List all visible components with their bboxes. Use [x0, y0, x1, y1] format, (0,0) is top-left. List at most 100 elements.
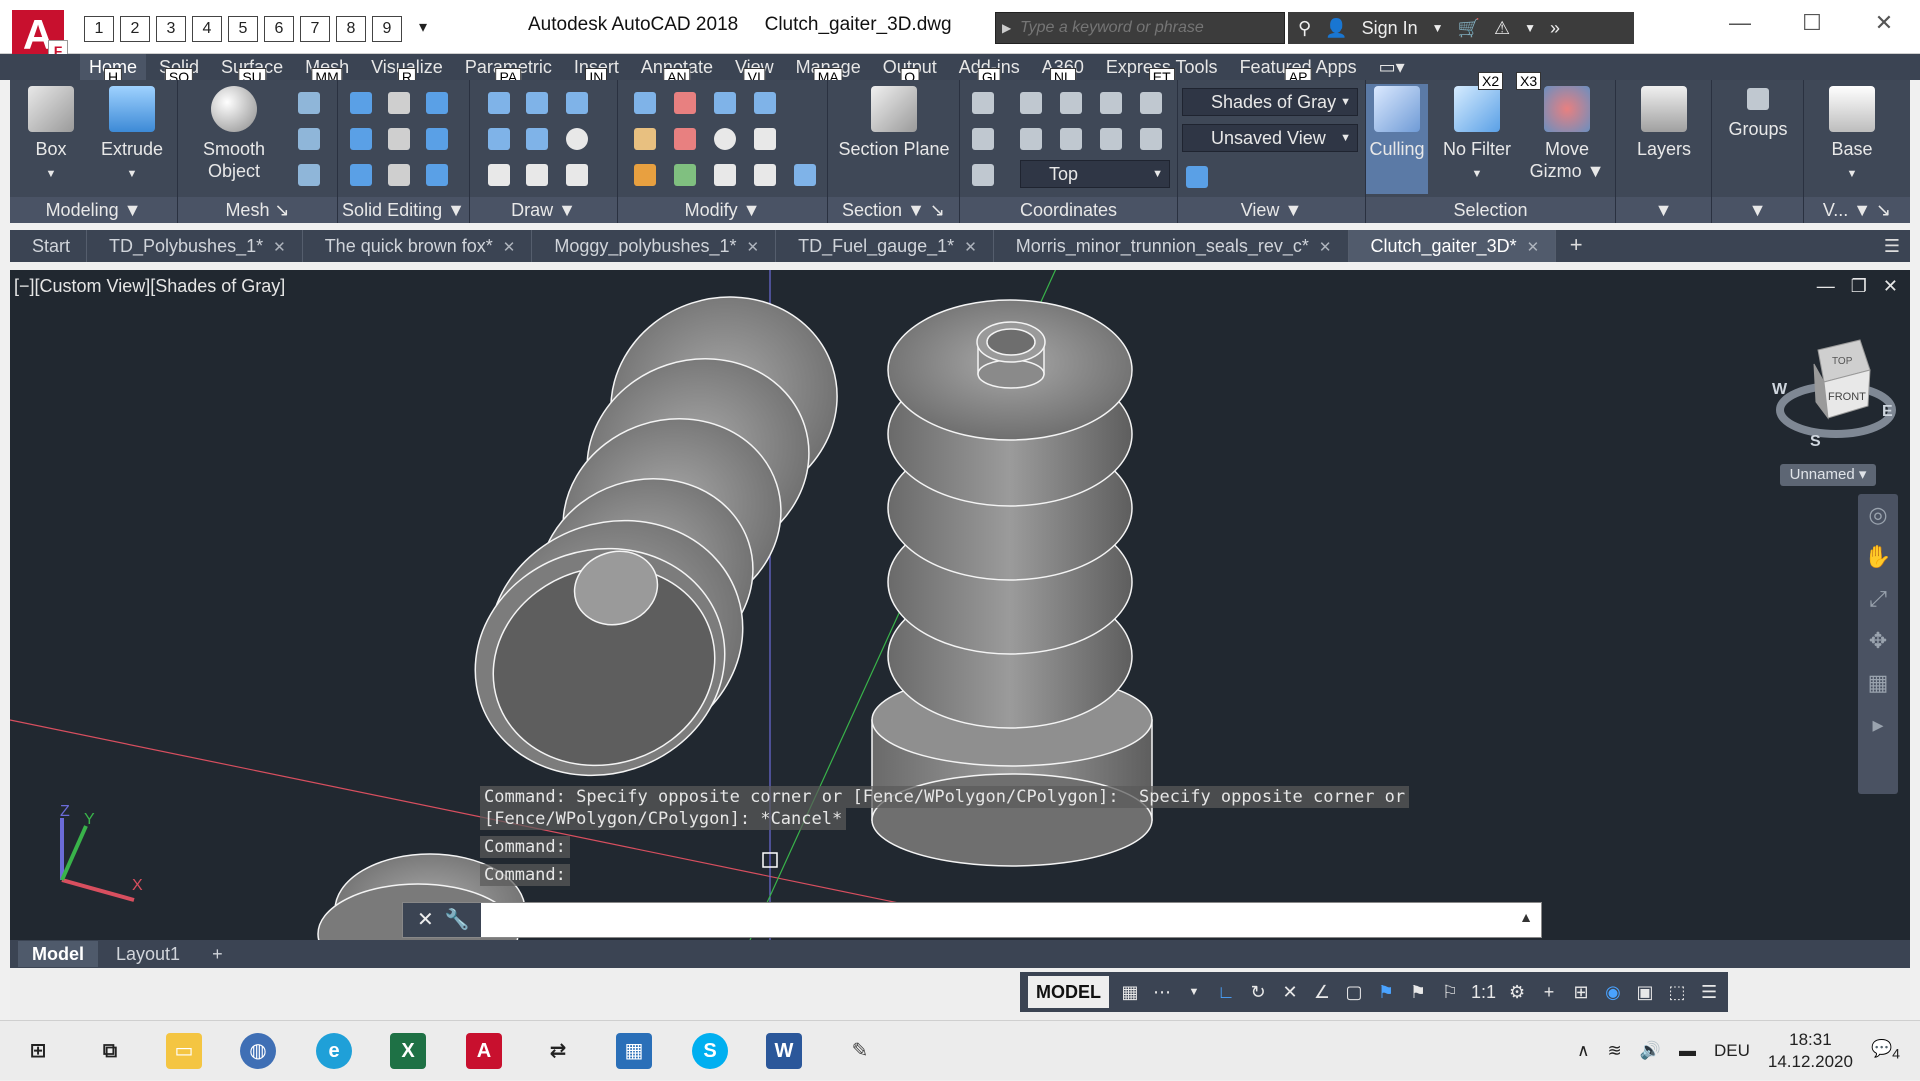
subtract-icon[interactable] [350, 128, 372, 150]
file-tab[interactable]: TD_Fuel_gauge_1* ✕ [776, 230, 994, 262]
groups-button[interactable]: Groups [1716, 84, 1800, 140]
volume-icon[interactable]: 🔊 [1640, 1041, 1661, 1061]
word-icon[interactable]: W [766, 1033, 802, 1069]
tab-layout1[interactable]: Layout1 [102, 941, 194, 967]
tab-list-icon[interactable]: ☰ [1874, 230, 1910, 262]
file-tab[interactable]: TD_Polybushes_1* ✕ [87, 230, 303, 262]
tab-output[interactable]: Output O [874, 54, 946, 86]
search-expand-arrow-icon[interactable]: ▶ [1002, 21, 1011, 35]
mesh-tool-icon[interactable] [298, 164, 320, 186]
qat-button-7[interactable]: 7 [300, 16, 330, 42]
ellipse-icon[interactable] [566, 164, 588, 186]
fillet-icon[interactable] [634, 128, 656, 150]
qat-button-9[interactable]: 9 [372, 16, 402, 42]
new-tab-button[interactable]: + [1556, 230, 1596, 262]
close-tab-icon[interactable]: ✕ [503, 239, 516, 256]
gear-icon[interactable]: ⚙ [1506, 981, 1528, 1003]
ucs-z-icon[interactable] [1140, 92, 1162, 114]
tab-parametric[interactable]: Parametric PA [456, 54, 561, 86]
qat-customize-chevron-icon[interactable]: ▾ [408, 16, 438, 42]
tab-annotate[interactable]: Annotate AN [632, 54, 722, 86]
cart-icon[interactable]: 🛒 [1458, 18, 1480, 39]
pan-icon[interactable]: ✋ [1858, 536, 1898, 578]
isolate-icon[interactable]: ◉ [1602, 981, 1624, 1003]
clock[interactable]: 18:31 14.12.2020 [1768, 1029, 1853, 1073]
group-label-section[interactable]: Section ▼ ↘ [828, 197, 959, 223]
mesh-tool-icon[interactable] [298, 92, 320, 114]
ucs-origin-icon[interactable] [972, 128, 994, 150]
group-label-solid-editing[interactable]: Solid Editing ▼ [338, 197, 469, 223]
binoculars-icon[interactable]: ⚲ [1298, 18, 1311, 39]
trim-icon[interactable] [634, 164, 656, 186]
chevron-down-icon[interactable]: ▼ [1432, 21, 1444, 35]
tab-view[interactable]: View VI [726, 54, 783, 86]
array-rect-icon[interactable] [794, 164, 816, 186]
intersect-icon[interactable] [350, 164, 372, 186]
tab-model[interactable]: Model [18, 941, 98, 967]
group-label-mesh[interactable]: Mesh ↘ [178, 197, 337, 223]
annotation-visibility-icon[interactable]: ⚑ [1375, 981, 1397, 1003]
chevron-up-icon[interactable]: ∧ [1577, 1041, 1589, 1061]
move-gizmo-button[interactable]: Move Gizmo ▼ [1522, 84, 1612, 182]
otrack-icon[interactable]: ∠ [1311, 981, 1333, 1003]
task-view-icon[interactable]: ⧉ [92, 1033, 128, 1069]
section-plane-button[interactable]: Section Plane [838, 84, 950, 160]
help-search-input[interactable] [996, 13, 1284, 43]
tab-mesh[interactable]: Mesh MM [296, 54, 358, 86]
file-tab-start[interactable]: Start [10, 230, 88, 262]
tab-express-tools[interactable]: Express Tools ET [1097, 54, 1227, 86]
scale-dropdown[interactable]: 1:1 [1471, 982, 1496, 1003]
qat-button-6[interactable]: 6 [264, 16, 294, 42]
box-button[interactable]: Box ▼ [18, 84, 84, 185]
ucs-x-icon[interactable] [1060, 92, 1082, 114]
tab-add-ins[interactable]: Add-ins GI [950, 54, 1029, 86]
qat-button-1[interactable]: 1 [84, 16, 114, 42]
layers-expand[interactable]: ▼ [1616, 197, 1711, 223]
units-icon[interactable]: ⊞ [1570, 981, 1592, 1003]
ortho-icon[interactable]: ∟ [1215, 981, 1237, 1003]
tab-solid[interactable]: Solid SO [150, 54, 208, 86]
rotate-icon[interactable] [714, 128, 736, 150]
qat-button-3[interactable]: 3 [156, 16, 186, 42]
visual-style-dropdown[interactable]: Shades of Gray [1182, 88, 1358, 116]
ucs-world-icon[interactable] [1020, 92, 1042, 114]
presspull-icon[interactable] [526, 92, 548, 114]
chevron-down-icon[interactable]: ▼ [1183, 981, 1205, 1003]
close-tab-icon[interactable]: ✕ [1319, 239, 1332, 256]
no-filter-button[interactable]: No Filter ▼ [1436, 84, 1518, 185]
copy-icon[interactable] [714, 92, 736, 114]
group-label-base[interactable]: V... ▼ ↘ [1804, 197, 1910, 223]
rectangle-icon[interactable] [526, 164, 548, 186]
chevron-up-icon[interactable]: ▲ [1519, 909, 1533, 925]
arrows-tool-icon[interactable]: ⇄ [540, 1033, 576, 1069]
tab-insert[interactable]: Insert IN [565, 54, 628, 86]
minimize-icon[interactable]: — [1817, 276, 1835, 297]
qat-button-4[interactable]: 4 [192, 16, 222, 42]
slice-icon[interactable] [388, 128, 410, 150]
exchange-icon[interactable]: ⚠ [1494, 18, 1510, 39]
spline-icon[interactable] [488, 128, 510, 150]
wifi-icon[interactable]: ≋ [1608, 1041, 1622, 1061]
scale-icon[interactable] [714, 164, 736, 186]
separate-icon[interactable] [426, 128, 448, 150]
culling-button[interactable]: Culling [1366, 84, 1428, 194]
close-icon[interactable]: ✕ [1883, 276, 1898, 297]
layers-button[interactable]: Layers [1622, 84, 1706, 160]
polyline-icon[interactable] [488, 92, 510, 114]
maximize-button[interactable]: ☐ [1776, 0, 1848, 48]
ucs-icon[interactable] [972, 92, 994, 114]
more-icon[interactable]: » [1550, 18, 1560, 39]
plus-icon[interactable]: + [1538, 981, 1560, 1003]
annotation-scale-icon[interactable]: ⚐ [1439, 981, 1461, 1003]
3d-align-icon[interactable] [674, 164, 696, 186]
sign-in-button[interactable]: Sign In [1362, 18, 1418, 39]
ucs-object-icon[interactable] [1060, 128, 1082, 150]
drawing-viewport[interactable]: Z Y X TOP FRONT W E S [−][Custom View][S… [10, 270, 1910, 940]
thicken-icon[interactable] [388, 164, 410, 186]
line-icon[interactable] [526, 128, 548, 150]
ucs-3point-icon[interactable] [1140, 128, 1162, 150]
qat-button-2[interactable]: 2 [120, 16, 150, 42]
hardware-accel-icon[interactable]: ▣ [1634, 981, 1656, 1003]
circle-icon[interactable] [566, 128, 588, 150]
chevron-down-icon[interactable]: ▼ [1524, 21, 1536, 35]
